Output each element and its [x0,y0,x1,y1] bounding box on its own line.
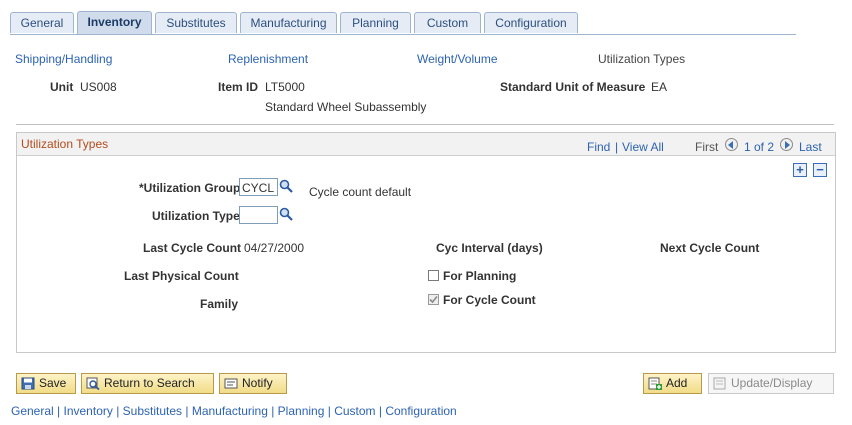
checkmark-icon [429,295,438,304]
tab-substitutes[interactable]: Substitutes [155,12,237,33]
for-cycle-count-checkbox[interactable] [428,294,439,305]
update-display-label: Update/Display [731,376,813,390]
last-physical-count-label: Last Physical Count [124,269,239,283]
footer-link-custom[interactable]: Custom [334,404,375,418]
footer-link-planning[interactable]: Planning [278,404,325,418]
section-title: Utilization Types [21,137,109,151]
previous-arrow-icon[interactable] [725,138,738,151]
view-all-link[interactable]: View All [622,140,664,154]
return-search-icon [86,377,100,390]
item-id-label: Item ID [218,80,259,94]
add-row-icon[interactable]: + [793,163,807,177]
page-indicator: 1 of 2 [744,140,775,154]
utilization-types-section: Utilization Types Find | View All First … [16,132,836,353]
utilization-type-label: Utilization Type [152,209,240,223]
last-cycle-count-value: 04/27/2000 [244,241,305,255]
utilization-group-input[interactable]: CYCL [239,178,278,196]
tab-label: Manufacturing [250,16,327,30]
add-icon [648,377,662,390]
next-arrow-icon[interactable] [780,138,793,151]
tab-divider [10,34,796,35]
item-id-value: LT5000 [265,80,305,94]
tab-label: Custom [426,16,469,30]
tab-general[interactable]: General [10,12,74,33]
delete-row-icon[interactable]: − [813,163,827,177]
family-label: Family [200,297,239,311]
footer-link-manufacturing[interactable]: Manufacturing [192,404,268,418]
notify-label: Notify [242,376,273,390]
notify-button[interactable]: Notify [219,373,287,394]
find-link[interactable]: Find [587,140,610,154]
tab-planning[interactable]: Planning [340,12,411,33]
save-button[interactable]: Save [16,373,76,394]
utilization-group-description: Cycle count default [309,185,412,199]
separator: | [615,140,619,154]
unit-label: Unit [50,80,74,94]
tab-label: Planning [352,16,399,30]
link-shipping-handling[interactable]: Shipping/Handling [15,52,112,66]
tab-label: Substitutes [166,16,226,30]
tab-manufacturing[interactable]: Manufacturing [240,12,337,33]
footer-link-general[interactable]: General [11,404,54,418]
header-separator [16,124,834,125]
for-planning-label: For Planning [443,269,517,283]
tab-configuration[interactable]: Configuration [484,12,578,33]
utilization-group-label: *Utilization Group [139,181,241,195]
first-label: First [695,140,719,154]
add-label: Add [666,376,688,390]
save-icon [21,377,35,390]
unit-value: US008 [80,80,117,94]
for-cycle-count-label: For Cycle Count [443,293,536,307]
last-link[interactable]: Last [799,140,822,154]
notify-icon [224,378,238,389]
item-description: Standard Wheel Subassembly [265,100,427,114]
return-to-search-label: Return to Search [104,376,195,390]
cyc-interval-label: Cyc Interval (days) [436,241,543,255]
update-display-button[interactable]: Update/Display [708,373,834,394]
tab-label: Inventory [87,15,142,29]
next-cycle-count-label: Next Cycle Count [660,241,760,255]
lookup-search-icon[interactable] [279,179,293,193]
tab-label: Configuration [495,16,567,30]
section-header: Utilization Types Find | View All First … [17,133,835,156]
current-subpage-label: Utilization Types [598,52,686,66]
uom-label: Standard Unit of Measure [500,80,646,94]
lookup-search-icon[interactable] [279,207,293,221]
uom-value: EA [651,80,668,94]
footer-nav: General | Inventory | Substitutes | Manu… [11,404,457,418]
footer-link-substitutes[interactable]: Substitutes [123,404,182,418]
for-planning-checkbox[interactable] [428,270,439,281]
return-to-search-button[interactable]: Return to Search [81,373,214,394]
last-cycle-count-label: Last Cycle Count [143,241,242,255]
add-button[interactable]: Add [643,373,702,394]
link-weight-volume[interactable]: Weight/Volume [417,52,498,66]
save-label: Save [39,376,67,390]
utilization-type-input[interactable] [239,206,278,224]
tab-label: General [20,16,64,30]
tab-inventory[interactable]: Inventory [77,11,152,34]
tab-custom[interactable]: Custom [414,12,481,33]
update-display-icon [713,377,726,390]
footer-link-inventory[interactable]: Inventory [64,404,113,418]
link-replenishment[interactable]: Replenishment [228,52,308,66]
footer-link-configuration[interactable]: Configuration [385,404,456,418]
